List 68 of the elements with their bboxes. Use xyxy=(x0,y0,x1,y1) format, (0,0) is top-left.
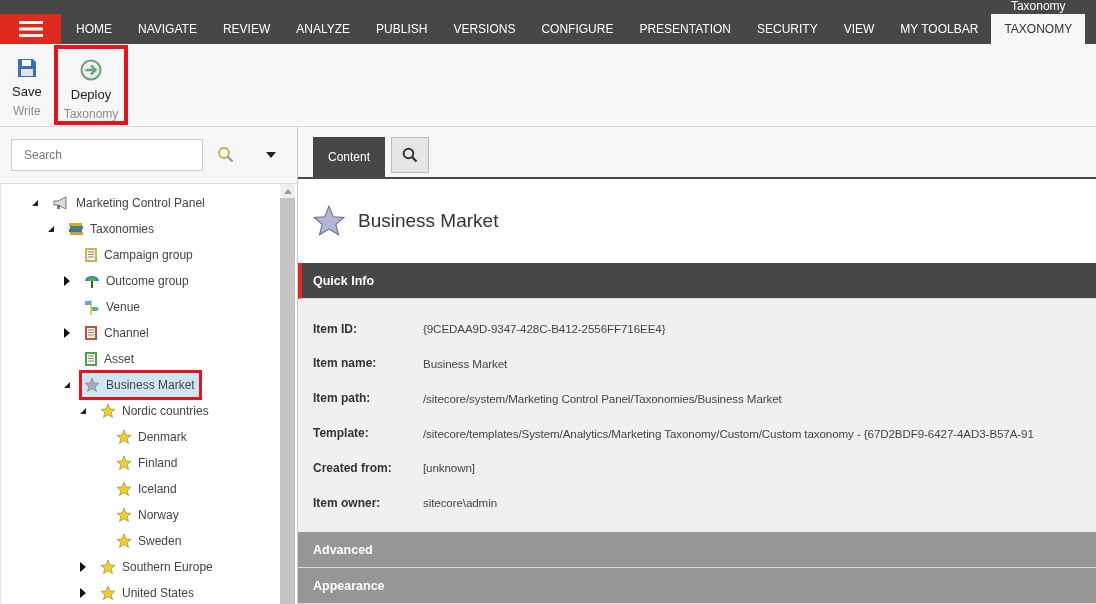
ribbon-tab[interactable]: NAVIGATE xyxy=(125,14,210,44)
ribbon-tab[interactable]: VIEW xyxy=(830,14,888,44)
tree-item[interactable]: Taxonomies xyxy=(63,217,162,241)
tree-item[interactable]: Iceland xyxy=(111,477,184,501)
field-label: Item path: xyxy=(313,391,372,406)
field-value: [unknown] xyxy=(423,461,475,475)
field-value: sitecore\admin xyxy=(423,496,497,510)
save-button[interactable]: Save xyxy=(10,54,44,103)
tree-item[interactable]: United States xyxy=(95,581,202,604)
tree-item[interactable]: Asset xyxy=(79,347,141,371)
umbrella-icon xyxy=(84,273,100,289)
ribbon-tab[interactable]: HOME xyxy=(63,14,125,44)
field-value: Business Market xyxy=(423,356,508,370)
group-label: Taxonomy xyxy=(63,107,119,121)
ribbon-tab[interactable]: PUBLISH xyxy=(363,14,441,44)
tree-item[interactable]: Business Market xyxy=(79,370,202,400)
group-label: Write xyxy=(12,104,41,118)
field-label: Created from: xyxy=(313,460,393,475)
item-title: Business Market xyxy=(358,210,499,232)
dropdown-caret-icon[interactable] xyxy=(265,151,277,159)
ribbon-tab[interactable]: CONFIGURE xyxy=(528,14,627,44)
search-tab[interactable] xyxy=(391,136,430,173)
content-tab[interactable]: Content xyxy=(313,136,386,177)
signpost-icon xyxy=(84,299,100,315)
expanded-arrow-icon[interactable] xyxy=(79,407,87,415)
tree-item[interactable]: Denmark xyxy=(111,425,194,449)
tree-item[interactable]: Southern Europe xyxy=(95,555,220,579)
menu-icon xyxy=(18,21,43,37)
ribbon-tab[interactable]: PRESENTATION xyxy=(626,14,744,44)
field-value: /sitecore/system/Marketing Control Panel/Taxonomies/Business Market xyxy=(423,391,782,405)
tree-item[interactable]: Sweden xyxy=(111,529,189,553)
tree-item[interactable]: Marketing Control Panel xyxy=(47,191,212,215)
collapsed-arrow-icon[interactable] xyxy=(63,328,70,338)
books-icon xyxy=(68,221,84,237)
search-field[interactable]: Search xyxy=(11,139,203,171)
ribbon-tab[interactable]: SECURITY xyxy=(744,14,831,44)
field-label: Item ID: xyxy=(313,321,358,336)
field-label: Item owner: xyxy=(313,495,382,510)
field-value: {9CEDAA9D-9347-428C-B412-2556FF716EE4} xyxy=(423,322,666,336)
ribbon-tab[interactable]: REVIEW xyxy=(209,14,284,44)
deploy-button[interactable]: Deploy xyxy=(68,55,114,106)
context-label: Taxonomy xyxy=(1009,0,1067,13)
search-icon xyxy=(402,146,419,163)
tree-item[interactable]: Campaign group xyxy=(79,243,200,267)
ribbon-tab[interactable]: VERSIONS xyxy=(440,14,529,44)
field-label: Item name: xyxy=(313,356,378,371)
expanded-arrow-icon[interactable] xyxy=(47,225,55,233)
menu-button[interactable] xyxy=(0,14,61,44)
collapsed-arrow-icon[interactable] xyxy=(79,588,86,598)
tree-item[interactable]: Outcome group xyxy=(79,269,196,293)
tree-item[interactable]: Nordic countries xyxy=(95,399,216,423)
field-value: /sitecore/templates/System/Analytics/Marketing Taxonomy/Custom/Custom taxonomy - {67D2BDF9-6427-4AD3-B57A-91 xyxy=(423,426,1034,440)
tree-item[interactable]: Finland xyxy=(111,451,185,475)
tree-item[interactable]: Channel xyxy=(79,321,156,345)
tree-item[interactable]: Norway xyxy=(111,503,186,527)
collapsed-arrow-icon[interactable] xyxy=(63,276,70,286)
expanded-arrow-icon[interactable] xyxy=(63,381,71,389)
ribbon-tab[interactable]: MY TOOLBAR xyxy=(887,14,992,44)
collapsed-arrow-icon[interactable] xyxy=(79,562,86,572)
tree-item[interactable]: Venue xyxy=(79,295,148,319)
arrow-circle-icon xyxy=(80,59,102,81)
megaphone-icon xyxy=(52,195,70,211)
expanded-arrow-icon[interactable] xyxy=(31,199,39,207)
star-icon xyxy=(312,204,346,238)
section-header[interactable]: Quick Info xyxy=(298,263,1096,300)
ribbon-tab[interactable]: ANALYZE xyxy=(283,14,364,44)
field-label: Template: xyxy=(313,426,370,440)
ribbon-tab[interactable]: TAXONOMY xyxy=(991,14,1086,44)
